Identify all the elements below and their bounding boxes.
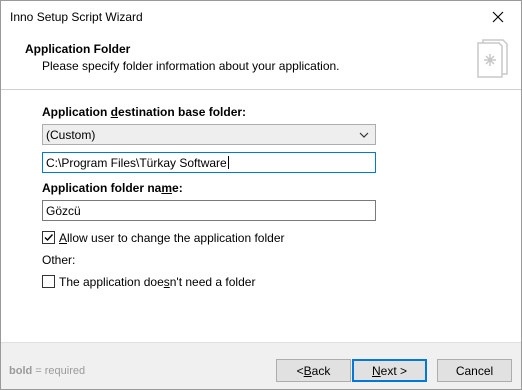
page-title: Application Folder: [25, 42, 131, 56]
no-folder-label[interactable]: The application doesn't need a folder: [59, 275, 255, 289]
footer-bar: bold = required < Back Next > Cancel: [1, 342, 521, 389]
dest-base-folder-select[interactable]: (Custom): [42, 124, 376, 145]
allow-change-checkbox[interactable]: [42, 231, 55, 244]
folder-name-field[interactable]: Gözcü: [42, 200, 376, 221]
wizard-page-icon: [477, 39, 508, 78]
close-button[interactable]: [475, 1, 521, 32]
title-bar: Inno Setup Script Wizard: [1, 1, 521, 32]
folder-name-value: Gözcü: [46, 204, 81, 218]
window-title: Inno Setup Script Wizard: [10, 10, 143, 24]
page-subtitle: Please specify folder information about …: [42, 59, 340, 73]
other-label: Other:: [42, 253, 76, 267]
allow-change-label[interactable]: Allow user to change the application fol…: [59, 231, 285, 245]
dest-base-folder-value: (Custom): [46, 128, 96, 142]
checkmark-icon: [44, 234, 54, 242]
next-button[interactable]: Next >: [352, 359, 427, 382]
wizard-window: Inno Setup Script Wizard Application Fol…: [0, 0, 522, 390]
custom-path-field[interactable]: C:\Program Files\Türkay Software: [42, 152, 376, 173]
back-button[interactable]: < Back: [276, 359, 351, 382]
no-folder-checkbox[interactable]: [42, 275, 55, 288]
folder-name-label: Application folder name:: [42, 181, 183, 195]
required-legend: bold = required: [9, 365, 86, 377]
page-header: Application Folder Please specify folder…: [1, 32, 521, 89]
dest-base-folder-label: Application destination base folder:: [42, 105, 247, 119]
custom-path-value: C:\Program Files\Türkay Software: [46, 156, 227, 170]
close-icon: [492, 11, 504, 22]
text-caret: [227, 156, 229, 169]
chevron-down-icon: [359, 132, 369, 138]
cancel-button[interactable]: Cancel: [437, 359, 512, 382]
